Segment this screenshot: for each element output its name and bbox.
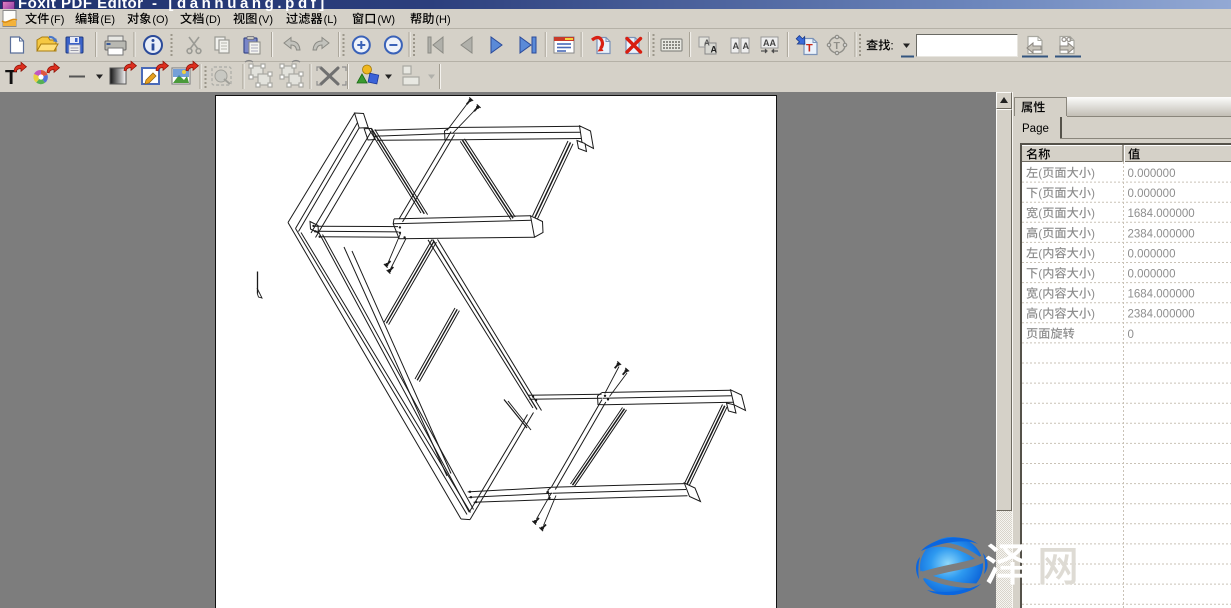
svg-text:Foxit PDF Editor: Foxit PDF Editor — [18, 0, 144, 12]
svg-text:(E): (E) — [100, 14, 115, 26]
svg-text:(F): (F) — [50, 14, 64, 26]
svg-text:): ) — [1091, 186, 1095, 200]
svg-text:(: ( — [1038, 267, 1042, 281]
svg-text:A: A — [733, 41, 740, 51]
svg-text:A: A — [704, 39, 710, 48]
svg-text:T: T — [834, 40, 841, 52]
svg-text:AA: AA — [763, 38, 776, 48]
svg-text:Page: Page — [1022, 123, 1049, 135]
svg-text:(: ( — [1038, 186, 1042, 200]
svg-text:(: ( — [1038, 246, 1042, 260]
svg-text:(O): (O) — [152, 14, 168, 26]
svg-text:1684.000000: 1684.000000 — [1128, 289, 1195, 301]
svg-text:(V): (V) — [258, 14, 273, 26]
svg-text:): ) — [1091, 166, 1095, 180]
svg-text:(: ( — [1038, 226, 1042, 240]
svg-text:1684.000000: 1684.000000 — [1128, 208, 1195, 220]
svg-text:(: ( — [1038, 307, 1042, 321]
svg-text:): ) — [1091, 307, 1095, 321]
svg-text:- [danhuang.pdf]: - [danhuang.pdf] — [152, 0, 328, 12]
svg-text:2384.000000: 2384.000000 — [1128, 228, 1195, 240]
svg-text:): ) — [1091, 267, 1095, 281]
svg-text:0.000000: 0.000000 — [1128, 248, 1176, 260]
svg-text:): ) — [1091, 206, 1095, 220]
svg-text:): ) — [1091, 246, 1095, 260]
svg-text:): ) — [1091, 226, 1095, 240]
svg-text:(W): (W) — [377, 14, 395, 26]
svg-text:(H): (H) — [435, 14, 450, 26]
svg-text:A: A — [711, 45, 718, 55]
svg-text:0.000000: 0.000000 — [1128, 269, 1176, 281]
svg-text:0.000000: 0.000000 — [1128, 188, 1176, 200]
svg-text::: : — [890, 39, 893, 53]
svg-text:(: ( — [1038, 166, 1042, 180]
svg-text:2384.000000: 2384.000000 — [1128, 309, 1195, 321]
svg-text:(: ( — [1038, 287, 1042, 301]
svg-text:T: T — [806, 43, 813, 55]
svg-text:(L): (L) — [324, 14, 337, 26]
svg-text:0: 0 — [1128, 329, 1134, 341]
svg-text:(D): (D) — [205, 14, 220, 26]
svg-text:(: ( — [1038, 206, 1042, 220]
svg-text:A: A — [743, 41, 750, 51]
svg-text:): ) — [1091, 287, 1095, 301]
svg-text:0.000000: 0.000000 — [1128, 168, 1176, 180]
